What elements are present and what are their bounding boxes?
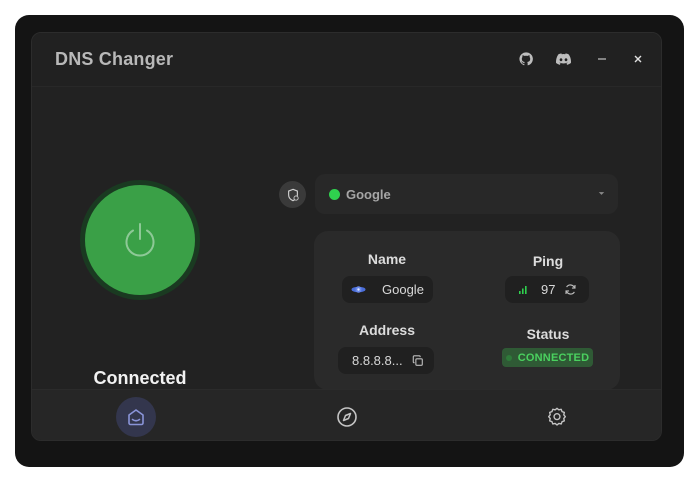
address-value: 8.8.8.8... xyxy=(352,353,403,368)
power-button[interactable] xyxy=(85,185,195,295)
connection-state-label: Connected xyxy=(93,368,187,388)
main-panel: Connected Google Name Google Ping 97 Add… xyxy=(32,88,661,390)
app-title: DNS Changer xyxy=(55,49,174,69)
selected-server: Google xyxy=(346,186,391,202)
power-ring xyxy=(80,180,200,300)
info-card: Name Google Ping 97 Address 8.8.8.8... S… xyxy=(314,231,620,390)
minimize-icon[interactable] xyxy=(593,50,611,68)
status-dot xyxy=(505,354,512,361)
copy-icon[interactable] xyxy=(412,354,424,367)
server-status-dot xyxy=(329,188,340,200)
chevron-down-icon xyxy=(598,192,605,195)
explore-icon[interactable] xyxy=(327,397,367,437)
app-window: DNS Changer Connected Google Name Google… xyxy=(31,32,662,441)
power-icon xyxy=(125,223,155,257)
ping-label: Ping xyxy=(532,253,564,269)
refresh-icon[interactable] xyxy=(564,283,577,296)
home-icon[interactable] xyxy=(116,397,156,437)
address-pill: 8.8.8.8... xyxy=(338,347,434,374)
ping-pill: 97 xyxy=(505,276,589,303)
close-icon[interactable] xyxy=(629,50,647,68)
name-value: Google xyxy=(382,282,424,297)
bottom-nav xyxy=(32,389,661,440)
status-label: Status xyxy=(526,326,570,342)
signal-icon xyxy=(519,286,527,294)
name-label: Name xyxy=(367,251,407,267)
server-logo-icon xyxy=(351,286,366,293)
settings-icon[interactable] xyxy=(537,397,577,437)
server-select[interactable]: Google xyxy=(315,174,618,214)
discord-icon[interactable] xyxy=(554,50,572,68)
shield-icon[interactable] xyxy=(279,181,306,208)
titlebar: DNS Changer xyxy=(32,33,661,87)
status-value: CONNECTED xyxy=(517,351,590,364)
name-value-pill: Google xyxy=(342,276,433,303)
status-badge: CONNECTED xyxy=(502,348,593,367)
github-icon[interactable] xyxy=(517,50,535,68)
address-label: Address xyxy=(358,322,416,338)
ping-value: 97 xyxy=(541,282,556,297)
